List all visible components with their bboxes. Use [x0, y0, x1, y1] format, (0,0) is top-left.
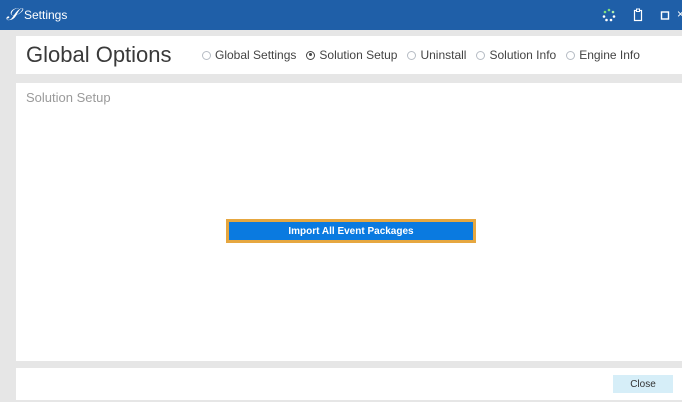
radio-button-selected[interactable] — [306, 50, 316, 60]
radio-label: Engine Info — [579, 48, 640, 62]
radio-engine-info[interactable]: Engine Info — [566, 48, 640, 62]
app-logo-icon: 𝒮 — [6, 5, 20, 25]
radio-button[interactable] — [566, 50, 576, 60]
content-panel: Solution Setup Import All Event Packages — [16, 83, 682, 361]
radio-button[interactable] — [407, 50, 417, 60]
window-title: Settings — [24, 8, 68, 22]
header-panel: Global Options Global Settings Solution … — [16, 36, 682, 74]
close-button[interactable]: Close — [613, 375, 673, 393]
section-title: Solution Setup — [26, 90, 111, 105]
footer-panel: Close — [16, 368, 682, 400]
spinner-icon[interactable] — [602, 8, 616, 22]
page-title: Global Options — [26, 42, 172, 67]
radio-button[interactable] — [476, 50, 486, 60]
clipboard-icon[interactable] — [631, 8, 645, 22]
radio-uninstall[interactable]: Uninstall — [407, 48, 466, 62]
radio-label: Uninstall — [420, 48, 467, 62]
radio-global-settings[interactable]: Global Settings — [202, 48, 296, 62]
options-radio-group: Global Settings Solution Setup Uninstall… — [202, 47, 650, 63]
radio-label: Solution Setup — [319, 48, 398, 62]
radio-button[interactable] — [202, 50, 211, 60]
radio-solution-setup[interactable]: Solution Setup — [306, 48, 397, 62]
radio-label: Global Settings — [215, 48, 297, 62]
title-bar: 𝒮 Settings × — [0, 0, 682, 30]
radio-label: Solution Info — [489, 48, 557, 62]
close-icon[interactable]: × — [677, 7, 682, 21]
radio-solution-info[interactable]: Solution Info — [476, 48, 556, 62]
import-all-event-packages-button[interactable]: Import All Event Packages — [226, 219, 476, 243]
maximize-icon[interactable] — [659, 8, 673, 22]
